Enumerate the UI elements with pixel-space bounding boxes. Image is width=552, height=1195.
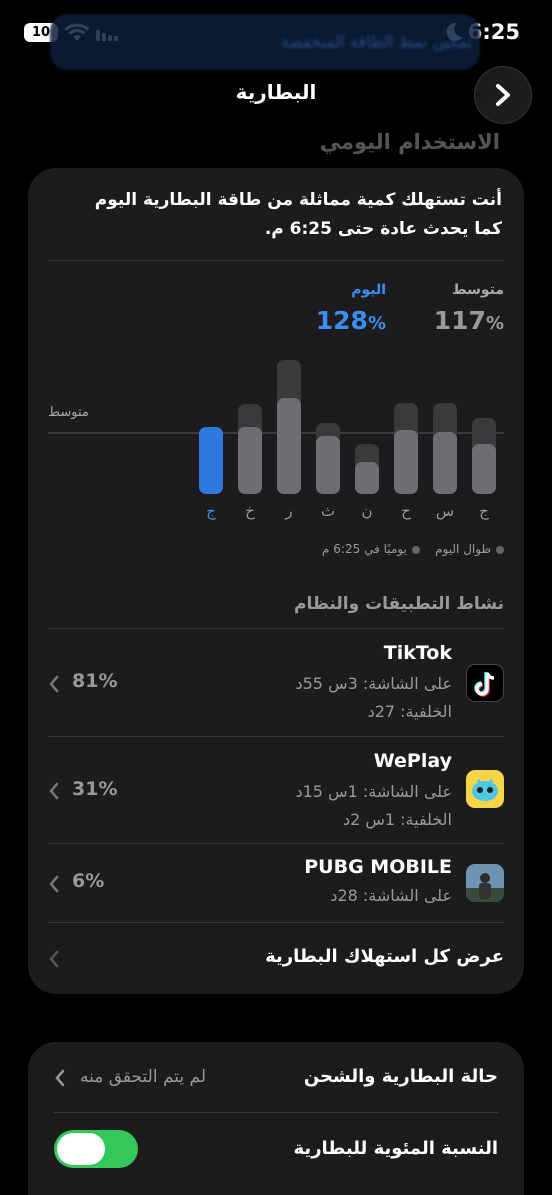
show-all-usage-label: عرض كل استهلاك البطارية — [265, 946, 504, 967]
battery-health-title: حالة البطارية والشحن — [303, 1066, 498, 1087]
chart-legend: طوال اليوم يوميًا في 6:25 م — [322, 542, 504, 556]
usage-bar-chart: جسحنثرخج — [0, 0, 552, 530]
app-background-time: الخلفية: 27د — [367, 702, 452, 721]
activity-header: نشاط التطبيقات والنظام — [294, 594, 504, 614]
chevron-left-icon — [49, 950, 59, 968]
chart-day-label: ن — [361, 502, 373, 520]
chart-bar-until-now — [277, 397, 301, 494]
legend-daily-until: يوميًا في 6:25 م — [322, 542, 407, 556]
app-screen-time: على الشاشة: 1س 15د — [295, 782, 453, 801]
chart-bar-until-now — [433, 432, 457, 494]
weplay-icon — [466, 770, 504, 808]
chart-bar-until-now — [472, 444, 496, 494]
chart-day-label: س — [435, 502, 455, 520]
divider — [48, 843, 504, 844]
chart-day-label: خ — [245, 502, 255, 520]
app-screen-time: على الشاشة: 3س 55د — [295, 674, 453, 693]
chart-bar-until-now — [238, 427, 262, 494]
app-percent: 81% — [72, 670, 118, 692]
chart-day-label: ج — [206, 502, 216, 520]
legend-dot — [411, 545, 420, 554]
chart-bar-until-now — [394, 429, 418, 494]
chart-bar-until-now — [316, 436, 340, 494]
chart-bar-today — [199, 427, 223, 494]
chart-day-label: ج — [479, 502, 489, 520]
app-name: PUBG MOBILE — [304, 856, 452, 878]
divider — [48, 922, 504, 923]
chart-day-label: ح — [401, 502, 411, 520]
toggle-knob — [57, 1133, 105, 1165]
chart-day-label: ث — [320, 502, 336, 520]
chart-bar-until-now — [355, 461, 379, 494]
pubg-icon — [466, 864, 504, 902]
chart-day-label: ر — [285, 502, 293, 520]
legend-dot — [496, 545, 504, 554]
chevron-left-icon — [55, 1069, 65, 1087]
battery-health-status: لم يتم التحقق منه — [80, 1067, 207, 1087]
legend-all-day: طوال اليوم — [435, 542, 491, 556]
chevron-left-icon — [49, 675, 59, 693]
chevron-left-icon — [49, 782, 59, 800]
divider — [48, 628, 504, 629]
chevron-left-icon — [49, 875, 59, 893]
tiktok-icon — [466, 664, 504, 702]
app-screen-time: على الشاشة: 28د — [330, 886, 452, 905]
app-background-time: الخلفية: 1س 2د — [342, 810, 452, 829]
app-percent: 31% — [72, 778, 118, 800]
battery-percentage-label: النسبة المئوية للبطارية — [293, 1138, 498, 1159]
app-percent: 6% — [72, 870, 105, 892]
app-name: TikTok — [383, 642, 452, 664]
divider — [48, 736, 504, 737]
app-name: WePlay — [373, 750, 452, 772]
divider — [54, 1112, 498, 1113]
